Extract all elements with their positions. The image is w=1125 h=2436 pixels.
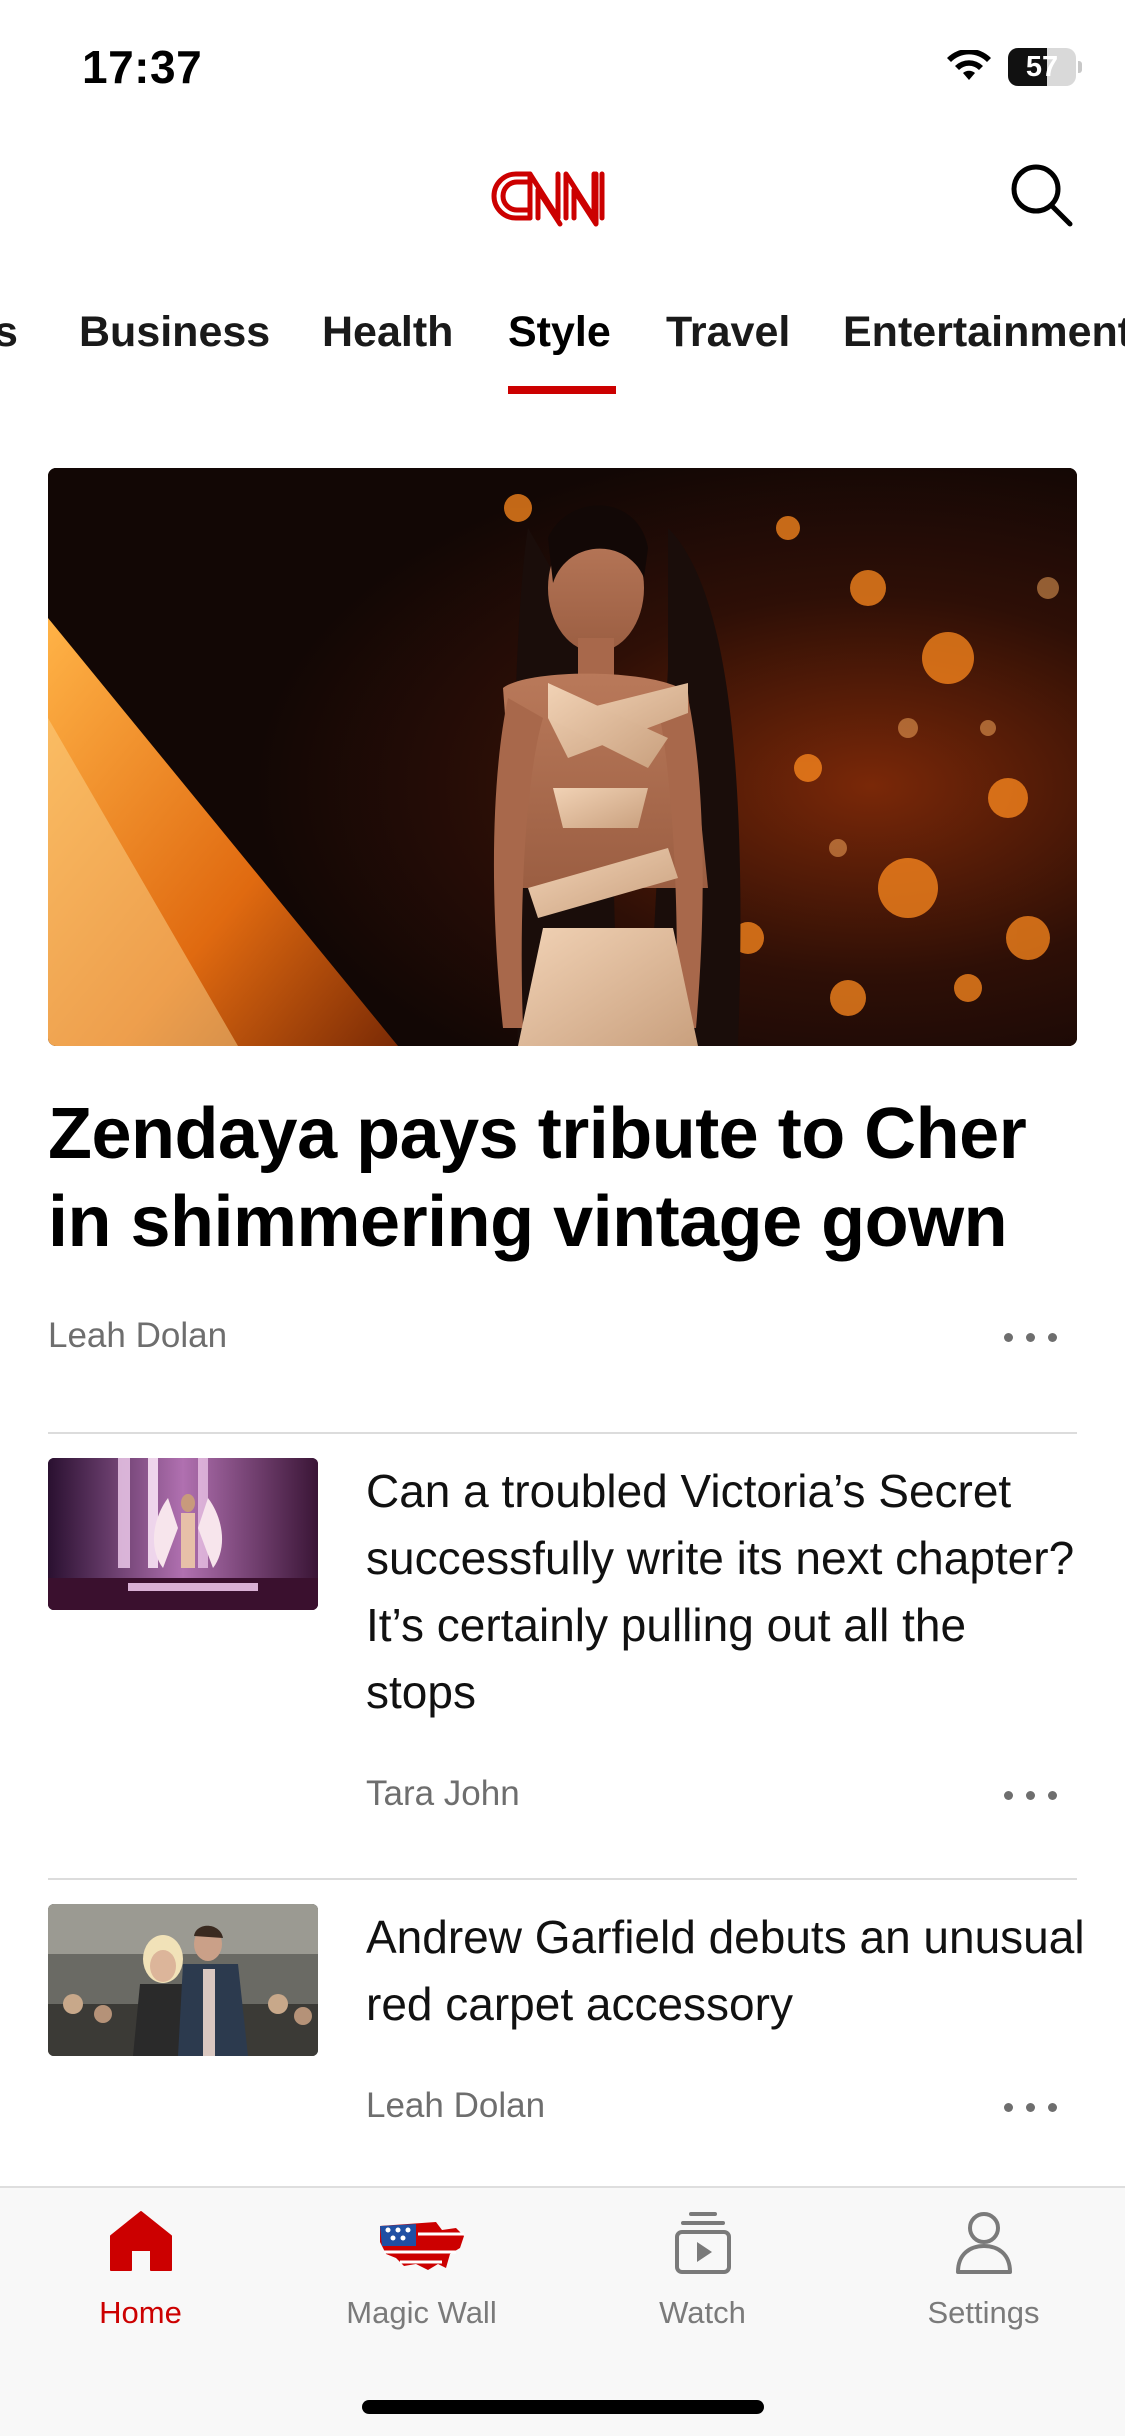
us-flag-map-icon (379, 2222, 464, 2270)
home-indicator[interactable] (362, 2400, 764, 2414)
story-thumbnail[interactable] (48, 1904, 318, 2056)
divider (48, 1432, 1077, 1434)
story-headline[interactable]: Can a troubled Victoria’s Secret success… (366, 1458, 1086, 1726)
tab-home[interactable]: Home (0, 2188, 281, 2358)
tab-business[interactable]: Business (79, 308, 270, 357)
search-button[interactable] (1008, 160, 1074, 230)
divider (48, 1878, 1077, 1880)
hero-byline: Leah Dolan (48, 1316, 228, 1355)
person-icon (955, 2212, 1012, 2274)
hero-headline[interactable]: Zendaya pays tribute to Cher in shimmeri… (48, 1090, 1088, 1266)
watch-play-icon (674, 2212, 731, 2274)
tab-watch[interactable]: Watch (562, 2188, 843, 2358)
tab-health[interactable]: Health (322, 308, 453, 357)
tab-home-label: Home (99, 2295, 182, 2330)
battery-icon: 57 (1008, 48, 1082, 86)
tab-magic-wall[interactable]: Magic Wall (281, 2188, 562, 2358)
bottom-tab-bar: Home Magic Wall Watch Settings (0, 2186, 1125, 2436)
tab-entertainment[interactable]: Entertainment (843, 308, 1125, 357)
tab-style[interactable]: Style (508, 308, 611, 357)
search-icon (1011, 164, 1073, 227)
active-tab-indicator (508, 386, 616, 394)
battery-level: 57 (1025, 51, 1059, 83)
tab-watch-label: Watch (659, 2295, 746, 2330)
story-more-button[interactable] (1000, 1776, 1070, 1816)
status-time: 17:37 (82, 41, 203, 93)
story-thumbnail[interactable] (48, 1458, 318, 1610)
cnn-logo[interactable] (490, 160, 638, 234)
hero-more-button[interactable] (1000, 1318, 1070, 1358)
tab-travel[interactable]: Travel (666, 308, 790, 357)
tab-settings[interactable]: Settings (843, 2188, 1124, 2358)
cnn-app-screen: 17:37 57 s Business Health Style Travel … (0, 0, 1125, 2436)
story-byline: Leah Dolan (366, 2086, 546, 2125)
story-headline[interactable]: Andrew Garfield debuts an unusual red ca… (366, 1904, 1086, 2038)
story-byline: Tara John (366, 1774, 520, 1813)
status-bar: 17:37 57 (0, 0, 1125, 130)
hero-image[interactable] (48, 468, 1077, 1046)
tab-partial[interactable]: s (0, 308, 18, 357)
section-tabs: s Business Health Style Travel Entertain… (0, 290, 1125, 400)
story-more-button[interactable] (1000, 2088, 1070, 2128)
tab-settings-label: Settings (927, 2295, 1040, 2330)
home-icon (109, 2211, 172, 2271)
tab-magic-wall-label: Magic Wall (346, 2295, 497, 2330)
wifi-icon (947, 50, 991, 80)
